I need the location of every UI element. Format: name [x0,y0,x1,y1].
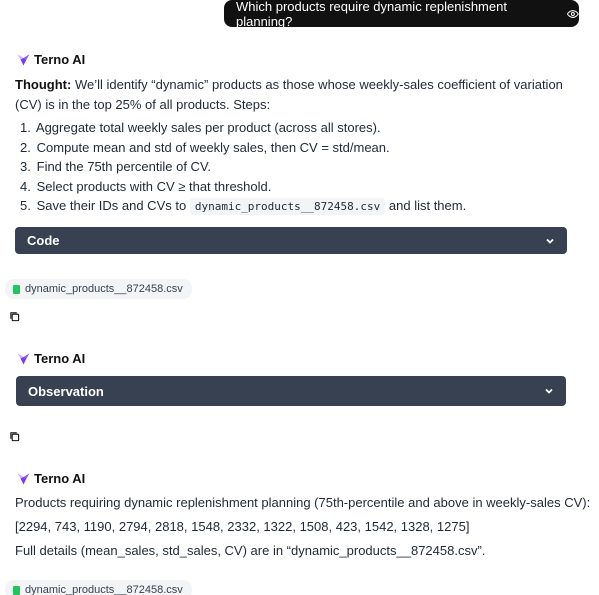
terno-logo-icon [17,54,30,66]
file-chip-label: dynamic_products__872458.csv [25,584,183,595]
thought-body: We’ll identify “dynamic” products as tho… [15,77,563,112]
file-icon [13,284,20,294]
assistant-header: Terno AI [16,351,85,366]
result-details-note: Full details (mean_sales, std_sales, CV)… [15,543,486,558]
thought-label: Thought: [15,77,72,92]
list-item: 3. Find the 75th percentile of CV. [20,159,212,174]
assistant-header: Terno AI [16,471,85,486]
file-chip-label: dynamic_products__872458.csv [25,283,183,295]
chevron-down-icon [545,388,553,394]
code-panel-label: Code [27,233,60,248]
copy-icon[interactable] [9,431,20,442]
list-item: 4. Select products with CV ≥ that thresh… [20,178,272,194]
user-message-text: Which products require dynamic replenish… [236,0,507,29]
chevron-down-icon [546,238,554,244]
assistant-name: Terno AI [34,471,86,486]
inline-code: dynamic_products__872458.csv [189,198,386,215]
list-item: 2. Compute mean and std of weekly sales,… [20,139,390,155]
eye-icon[interactable] [567,8,579,20]
terno-logo-icon [17,473,30,485]
file-icon [13,585,20,595]
user-message-bubble: Which products require dynamic replenish… [224,0,579,29]
file-chip[interactable]: dynamic_products__872458.csv [5,580,192,595]
result-product-list: [2294, 743, 1190, 2794, 2818, 1548, 2332… [15,519,470,534]
steps-list: 1. Aggregate total weekly sales per prod… [20,118,466,216]
observation-panel-label: Observation [28,383,104,399]
list-item: 5. Save their IDs and CVs to dynamic_pro… [20,198,467,215]
code-panel-toggle[interactable]: Code [15,227,567,254]
result-summary: Products requiring dynamic replenishment… [15,495,591,510]
assistant-name: Terno AI [34,351,86,366]
assistant-name: Terno AI [34,52,86,67]
assistant-header: Terno AI [16,52,85,67]
thought-text: Thought: We’ll identify “dynamic” produc… [15,75,575,115]
list-item: 1. Aggregate total weekly sales per prod… [20,120,381,135]
copy-icon[interactable] [9,311,20,322]
terno-logo-icon [17,353,30,365]
observation-panel-toggle[interactable]: Observation [16,376,566,406]
file-chip[interactable]: dynamic_products__872458.csv [5,279,192,299]
